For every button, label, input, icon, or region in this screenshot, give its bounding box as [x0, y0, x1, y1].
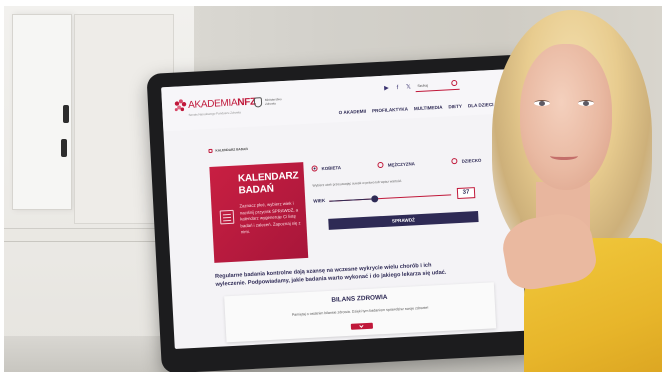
- search-placeholder: Szukaj: [417, 83, 429, 88]
- nav-item-diety[interactable]: DIETY: [448, 104, 462, 110]
- calendar-card: KALENDARZ BADAŃ Zaznacz płeć, wybierz wi…: [209, 162, 309, 263]
- radio-indicator[interactable]: [377, 161, 384, 169]
- eye: [578, 100, 594, 106]
- calendar-title: KALENDARZ BADAŃ: [238, 170, 300, 197]
- radio-label: KOBIETA: [321, 164, 342, 171]
- nav-item-multimedia[interactable]: MULTIMEDIA: [414, 105, 443, 111]
- breadcrumb: KALENDARZ BADAŃ: [208, 146, 248, 154]
- logo-text[interactable]: AKADEMIANFZ: [188, 96, 256, 111]
- logo-subtitle: Serwis Narodowego Funduszu Zdrowia: [188, 110, 241, 117]
- main-nav: O AKADEMII PROFILAKTYKA MULTIMEDIA DIETY…: [339, 102, 494, 115]
- age-hint: Wybierz wiek przesuwając suwak w prawo l…: [312, 178, 403, 188]
- shelf-handle: [61, 139, 67, 157]
- expand-chevron-button[interactable]: [350, 322, 374, 330]
- age-slider-fill: [329, 198, 375, 202]
- photo-scene: AKADEMIANFZ Serwis Narodowego Funduszu Z…: [4, 6, 662, 372]
- search-icon[interactable]: [451, 79, 458, 87]
- facebook-icon[interactable]: f: [394, 85, 400, 91]
- smile: [550, 152, 578, 160]
- breadcrumb-current: KALENDARZ BADAŃ: [215, 146, 248, 153]
- bilans-card: BILANS ZDROWIA Pamiętaj o ostatnim bilan…: [224, 282, 497, 343]
- shelf-handle: [63, 105, 69, 123]
- radio-indicator[interactable]: [451, 157, 458, 165]
- exam-calendar-form: KOBIETA MĘŻCZYZNA DZIECKO Wybierz wiek p…: [311, 153, 486, 258]
- age-slider[interactable]: [329, 194, 452, 203]
- woman-photo: [474, 6, 662, 372]
- age-input[interactable]: 37: [456, 187, 476, 200]
- monitor-screen: AKADEMIANFZ Serwis Narodowego Funduszu Z…: [161, 68, 527, 350]
- eye: [534, 100, 550, 106]
- nav-item-o-akademii[interactable]: O AKADEMII: [339, 109, 367, 115]
- radio-mezczyzna[interactable]: MĘŻCZYZNA: [377, 160, 415, 169]
- radio-label: MĘŻCZYZNA: [387, 160, 415, 168]
- home-icon[interactable]: [208, 148, 213, 154]
- gender-options: KOBIETA MĘŻCZYZNA DZIECKO: [311, 157, 481, 172]
- ministry-logo[interactable]: Ministerstwo Zdrowia: [253, 95, 285, 111]
- ministry-label: Ministerstwo Zdrowia: [264, 97, 282, 106]
- age-label: WIEK: [313, 197, 326, 204]
- calendar-title-line2: BADAŃ: [238, 183, 275, 197]
- age-slider-handle[interactable]: [371, 195, 379, 203]
- age-row: WIEK 37: [313, 187, 483, 208]
- calendar-description: Zaznacz płeć, wybierz wiek i naciśnij pr…: [239, 200, 301, 235]
- radio-indicator[interactable]: [311, 165, 318, 172]
- search-input[interactable]: Szukaj: [415, 79, 460, 93]
- face: [520, 44, 612, 190]
- youtube-icon[interactable]: ▶: [383, 85, 389, 91]
- shelf-door: [12, 14, 72, 210]
- logo-brand: AKADEMIA: [187, 97, 238, 112]
- social-links: ▶ f 𝕏: [383, 84, 411, 91]
- eagle-emblem-icon: [253, 97, 263, 108]
- document-list-icon: [219, 209, 235, 225]
- check-button[interactable]: SPRAWDŹ: [328, 210, 479, 230]
- radio-kobieta[interactable]: KOBIETA: [311, 164, 341, 172]
- nav-item-profilaktyka[interactable]: PROFILAKTYKA: [372, 107, 408, 114]
- site-header: AKADEMIANFZ Serwis Narodowego Funduszu Z…: [161, 68, 515, 132]
- info-text: Regularne badania kontrolne dają szansę …: [214, 262, 447, 288]
- x-icon[interactable]: 𝕏: [405, 84, 411, 90]
